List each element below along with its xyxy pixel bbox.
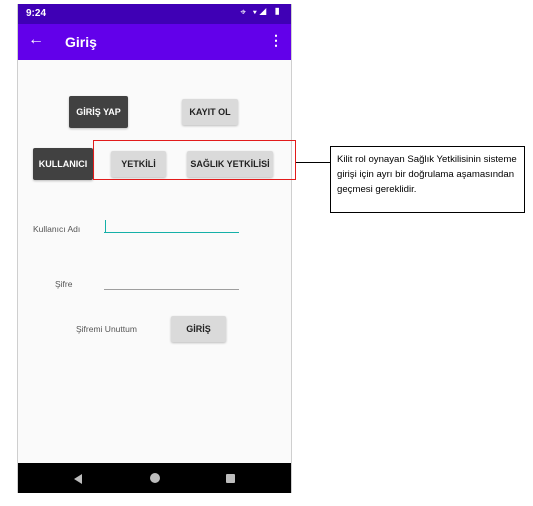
username-cursor xyxy=(105,220,106,232)
page-title: Giriş xyxy=(65,34,97,50)
status-time: 9:24 xyxy=(26,8,47,19)
submit-login-button[interactable]: GİRİŞ xyxy=(171,316,226,342)
callout-connector-line xyxy=(296,162,330,163)
login-tab-button[interactable]: GİRİŞ YAP xyxy=(69,96,128,128)
role-highlight-box xyxy=(93,140,296,180)
status-icons: ⌖ ▾◢ ▮ xyxy=(240,7,283,18)
nav-home-icon[interactable] xyxy=(150,473,160,483)
phone-screen: 9:24 ⌖ ▾◢ ▮ ← Giriş ⋮ GİRİŞ YAP KAYIT OL… xyxy=(17,4,292,493)
forgot-password-link[interactable]: Şifremi Unuttum xyxy=(76,324,137,334)
annotation-callout: Kilit rol oynayan Sağlık Yetkilisinin si… xyxy=(330,146,525,213)
user-role-button[interactable]: KULLANICI xyxy=(33,148,93,180)
nav-back-icon[interactable] xyxy=(74,474,82,484)
back-arrow-icon[interactable]: ← xyxy=(28,31,44,49)
password-input[interactable] xyxy=(104,289,239,290)
status-bar: 9:24 ⌖ ▾◢ ▮ xyxy=(18,4,291,24)
nav-recents-icon[interactable] xyxy=(226,474,235,483)
username-label: Kullanıcı Adı xyxy=(33,224,81,234)
overflow-menu-icon[interactable]: ⋮ xyxy=(269,32,283,49)
navigation-bar xyxy=(18,463,291,493)
app-bar: ← Giriş ⋮ xyxy=(18,24,291,60)
password-label: Şifre xyxy=(55,279,73,289)
username-input[interactable] xyxy=(104,232,239,233)
login-content: GİRİŞ YAP KAYIT OL KULLANICI YETKİLİ SAĞ… xyxy=(18,60,291,463)
register-tab-button[interactable]: KAYIT OL xyxy=(182,99,238,125)
